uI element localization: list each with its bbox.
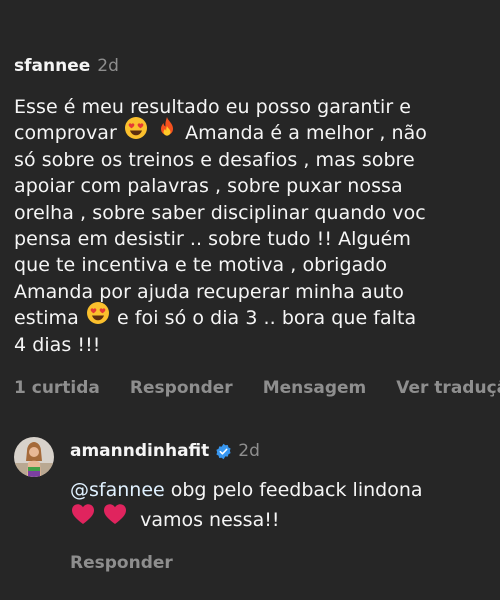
comment-timestamp: 2d	[97, 56, 119, 76]
fire-emoji-icon	[156, 116, 178, 147]
red-heart-emoji-icon	[103, 503, 127, 534]
heart-eyes-emoji-icon	[86, 301, 110, 332]
red-heart-emoji-icon	[71, 503, 95, 534]
reply-text: @sfannee obg pelo feedback lindona vamos…	[70, 475, 500, 535]
comment-line: 4 dias !!!	[14, 333, 101, 356]
comment-header: sfannee 2d	[14, 56, 500, 86]
heart-eyes-emoji-icon	[124, 116, 148, 147]
reply-line: @sfannee obg pelo feedback lindona	[70, 479, 423, 501]
comment-line: pensa em desistir .. sobre tudo !! Algué…	[14, 227, 411, 250]
reply-actions: Responder	[70, 553, 500, 573]
comment-username[interactable]: sfannee	[14, 56, 90, 76]
comment-line: orelha , sobre saber disciplinar quando …	[14, 201, 426, 224]
comment-line: comprovar Amanda é a melhor , não	[14, 117, 500, 146]
verified-badge-icon	[215, 443, 232, 460]
reply-button[interactable]: Responder	[130, 378, 233, 398]
mention-link[interactable]: @sfannee	[70, 479, 165, 501]
comment-line: que te incentiva e te motiva , obrigado	[14, 254, 388, 277]
reply-username[interactable]: amanndinhafit	[70, 441, 209, 461]
see-translation-button[interactable]: Ver tradução	[396, 378, 500, 398]
message-button[interactable]: Mensagem	[263, 378, 367, 398]
comment: sfannee 2d Esse é meu resultado eu posso…	[14, 56, 500, 398]
reply-line: vamos nessa!!	[70, 503, 500, 535]
comment-line: apoiar com palavras , sobre puxar nossa	[14, 175, 403, 198]
comment-line: Esse é meu resultado eu posso garantir e	[14, 96, 412, 118]
likes-count-link[interactable]: 1 curtida	[14, 378, 100, 398]
avatar[interactable]	[14, 437, 54, 477]
reply-content: amanndinhafit 2d @sfannee obg pelo feedb…	[70, 441, 500, 573]
reply-button[interactable]: Responder	[70, 553, 173, 573]
comment-line: só sobre os treinos e desafios , mas sob…	[14, 148, 415, 171]
comment-actions: 1 curtida Responder Mensagem Ver traduçã…	[14, 378, 500, 398]
comment-line: estima e foi só o dia 3 .. bora que falt…	[14, 302, 500, 331]
comment-text: Esse é meu resultado eu posso garantir e…	[14, 94, 500, 358]
reply-header: amanndinhafit 2d	[70, 441, 500, 461]
reply-timestamp: 2d	[238, 441, 260, 461]
